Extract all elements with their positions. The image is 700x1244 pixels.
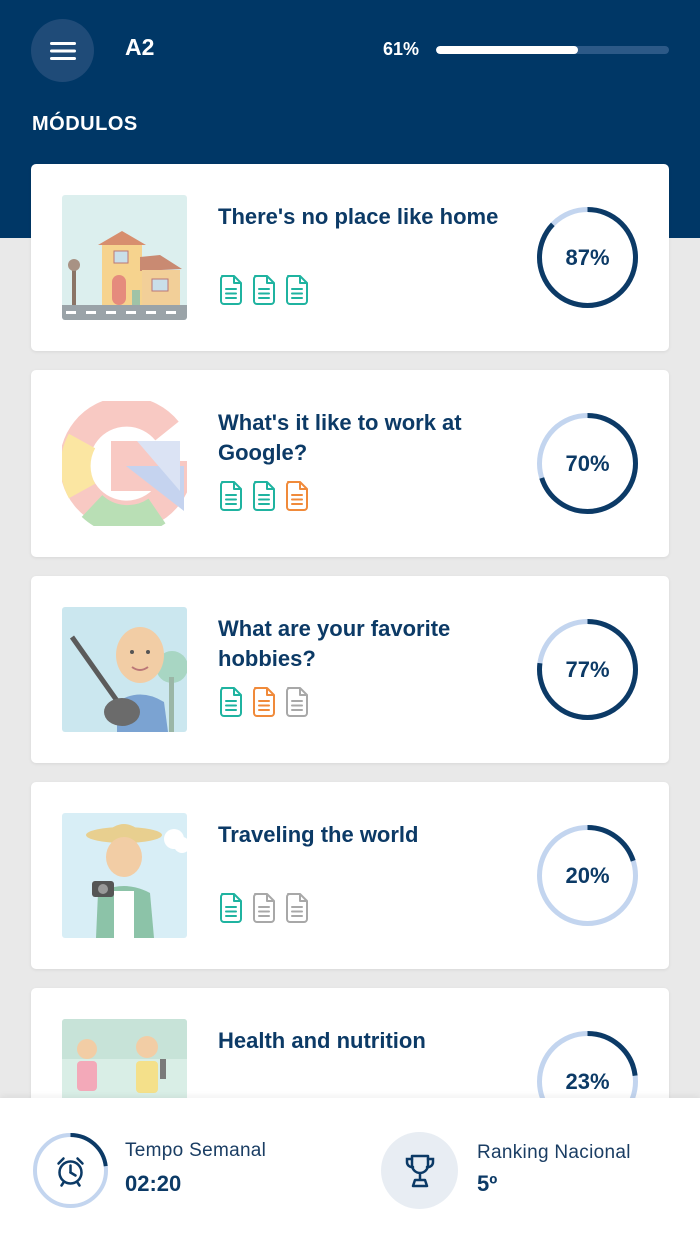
module-card[interactable]: What's it like to work at Google? 70% (31, 370, 669, 557)
document-icon (220, 275, 242, 305)
module-card[interactable]: What are your favorite hobbies? 77% (31, 576, 669, 763)
document-icon (286, 481, 308, 511)
weekly-time-label: Tempo Semanal (125, 1140, 267, 1161)
section-title: MÓDULOS (32, 113, 138, 135)
overall-progress-fill (436, 46, 579, 54)
ranking-value: 5º (477, 1171, 498, 1196)
document-icon (286, 275, 308, 305)
ranking-button[interactable] (381, 1132, 458, 1209)
document-icon (253, 893, 275, 923)
module-documents (218, 274, 310, 306)
module-title: What are your favorite hobbies? (218, 616, 451, 671)
document-icon (253, 481, 275, 511)
module-progress-percent: 87% (565, 244, 610, 270)
module-progress-percent: 20% (565, 862, 610, 888)
ranking-label: Ranking Nacional (477, 1142, 631, 1163)
alarm-clock-icon (57, 1157, 84, 1187)
module-title: There's no place like home (218, 204, 499, 229)
module-progress-ring: 20% (536, 824, 639, 927)
module-title: Traveling the world (218, 822, 419, 847)
document-icon (286, 687, 308, 717)
traveler-photographer-illustration (62, 813, 187, 938)
document-icon (220, 687, 242, 717)
module-documents (218, 686, 310, 718)
module-progress-ring: 77% (536, 618, 639, 721)
module-documents (218, 480, 310, 512)
document-icon (220, 893, 242, 923)
document-icon (253, 275, 275, 305)
module-progress-ring: 87% (536, 206, 639, 309)
module-progress-percent: 77% (565, 656, 610, 682)
module-card[interactable]: Traveling the world 20% (31, 782, 669, 969)
google-g-illustration (62, 401, 187, 526)
guitar-player-illustration (62, 607, 187, 732)
document-icon (220, 481, 242, 511)
trophy-icon (405, 1154, 434, 1187)
stats-footer: Tempo Semanal 02:20 Ranking Nacional 5º (0, 1098, 700, 1244)
hamburger-menu-icon (49, 41, 76, 60)
module-title: Health and nutrition (218, 1028, 426, 1053)
module-title: What's it like to work at Google? (218, 410, 462, 465)
overall-progress-percent: 61% (383, 39, 420, 59)
weekly-time-ring[interactable] (32, 1132, 109, 1209)
level-label: A2 (125, 34, 155, 60)
module-card[interactable]: There's no place like home 87% (31, 164, 669, 351)
overall-progress-bar (436, 46, 669, 54)
house-illustration (62, 195, 187, 320)
module-progress-ring: 70% (536, 412, 639, 515)
weekly-time-value: 02:20 (125, 1171, 182, 1196)
document-icon (286, 893, 308, 923)
module-progress-percent: 70% (565, 450, 610, 476)
document-icon (253, 687, 275, 717)
module-documents (218, 892, 310, 924)
menu-button[interactable] (31, 19, 94, 82)
